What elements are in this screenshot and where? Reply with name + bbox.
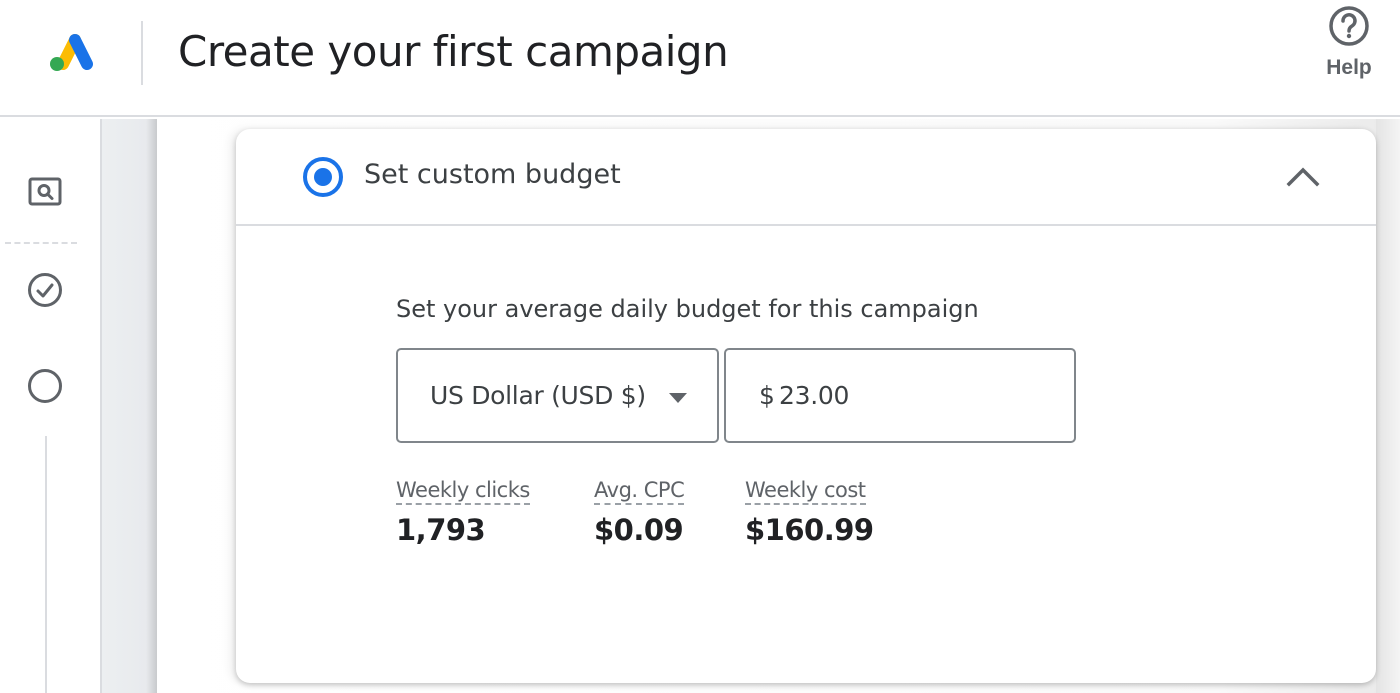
- chevron-up-icon[interactable]: [1285, 161, 1321, 191]
- content-edge: [1376, 119, 1400, 693]
- metric-weekly-clicks: Weekly clicks 1,793: [396, 477, 530, 547]
- avg-cpc-value: $0.09: [594, 513, 684, 547]
- currency-selected-value: US Dollar (USD $): [430, 381, 646, 410]
- help-circle-icon: [1329, 6, 1369, 46]
- weekly-clicks-label[interactable]: Weekly clicks: [396, 477, 530, 505]
- custom-budget-radio[interactable]: [303, 157, 343, 197]
- radio-selected-dot: [314, 168, 332, 186]
- app-header: Create your first campaign Help: [0, 0, 1400, 117]
- step-divider: [5, 242, 77, 244]
- daily-budget-prompt: Set your average daily budget for this c…: [396, 295, 979, 323]
- avg-cpc-label[interactable]: Avg. CPC: [594, 477, 685, 505]
- step-connector-line: [45, 436, 47, 693]
- weekly-cost-value: $160.99: [745, 513, 874, 547]
- google-ads-logo[interactable]: [46, 30, 96, 74]
- custom-budget-label: Set custom budget: [364, 159, 621, 190]
- weekly-cost-label[interactable]: Weekly cost: [745, 477, 866, 505]
- help-label: Help: [1326, 56, 1372, 79]
- weekly-clicks-value: 1,793: [396, 513, 486, 547]
- empty-circle-icon[interactable]: [26, 367, 64, 405]
- page-title: Create your first campaign: [178, 27, 729, 76]
- currency-select[interactable]: US Dollar (USD $): [396, 348, 719, 443]
- metric-weekly-cost: Weekly cost $160.99: [745, 477, 874, 547]
- custom-budget-option[interactable]: Set custom budget: [236, 129, 1376, 226]
- step-navigator: [0, 119, 102, 693]
- dropdown-arrow-icon: [669, 393, 687, 403]
- search-preview-icon[interactable]: [26, 173, 64, 211]
- metric-avg-cpc: Avg. CPC $0.09: [594, 477, 685, 547]
- header-divider: [141, 21, 143, 85]
- help-button[interactable]: Help: [1318, 4, 1380, 80]
- daily-budget-input[interactable]: $ 23.00: [724, 348, 1076, 443]
- side-gutter: [102, 119, 157, 693]
- currency-prefix: $: [759, 381, 775, 410]
- check-circle-icon[interactable]: [26, 271, 64, 309]
- custom-budget-card: Set custom budget Set your average daily…: [236, 129, 1376, 683]
- budget-amount-value[interactable]: 23.00: [779, 381, 849, 410]
